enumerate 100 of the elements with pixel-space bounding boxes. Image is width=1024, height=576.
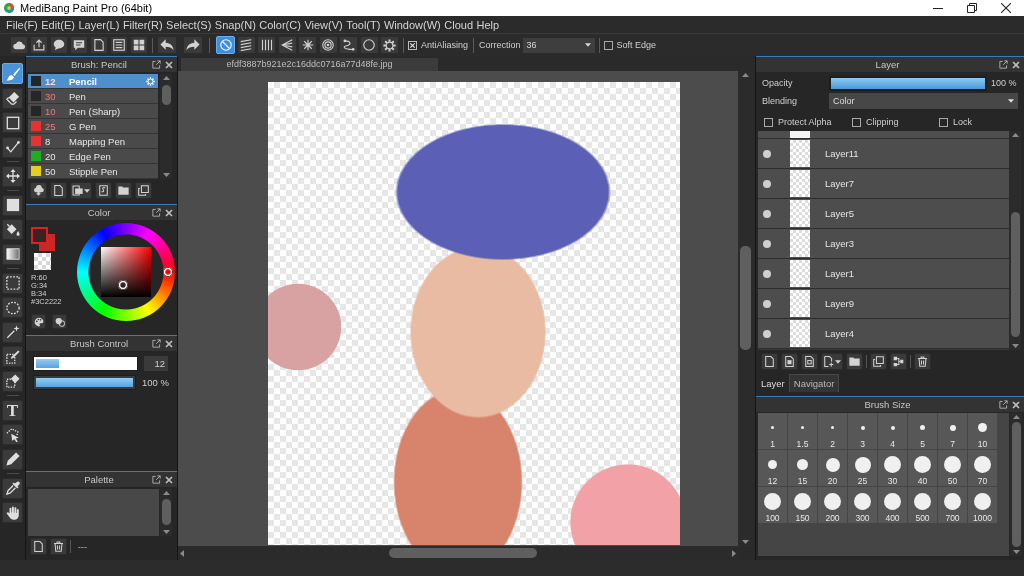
pop-out-icon[interactable] <box>152 339 161 348</box>
tool-button[interactable] <box>2 370 23 392</box>
brush-item[interactable]: 25 G Pen <box>28 119 158 134</box>
brush-size-option[interactable]: 1.5 <box>788 413 817 449</box>
snap-mode-button[interactable] <box>257 36 276 54</box>
brush-size-field[interactable]: 12 <box>144 356 168 371</box>
tool-button[interactable]: T <box>2 399 23 421</box>
color-swatches-icon[interactable] <box>31 227 55 251</box>
checkbox[interactable] <box>852 117 861 127</box>
tool-button[interactable] <box>2 502 23 523</box>
brush-item[interactable]: 8 Mapping Pen <box>28 134 158 149</box>
visibility-dot-icon[interactable] <box>763 239 771 248</box>
tool-button[interactable] <box>2 272 23 294</box>
brush-item[interactable]: 10 Pen (Sharp) <box>28 104 158 119</box>
layer-button[interactable] <box>781 353 798 370</box>
brush-size-option[interactable]: 2 <box>818 413 847 449</box>
down-arrow-icon[interactable] <box>162 173 170 177</box>
brush-size-option[interactable]: 400 <box>878 487 907 523</box>
toolbar-button[interactable] <box>90 36 108 54</box>
tool-button[interactable] <box>2 297 23 318</box>
menu-item[interactable]: View(V) <box>304 18 343 31</box>
brush-size-option[interactable]: 3 <box>848 413 877 449</box>
menu-item[interactable]: Edit(E) <box>41 18 75 31</box>
transparent-swatch-icon[interactable] <box>34 253 51 270</box>
ring-icon[interactable] <box>163 267 173 277</box>
layer-item[interactable]: Layer1 <box>758 259 1009 289</box>
close-icon[interactable] <box>165 60 173 69</box>
scrollbar-thumb[interactable] <box>161 84 171 106</box>
checkbox[interactable] <box>408 40 417 50</box>
brush-size-option[interactable]: 10 <box>968 413 997 449</box>
menu-item[interactable]: Select(S) <box>166 18 212 31</box>
brush-size-option[interactable]: 500 <box>908 487 937 523</box>
snap-mode-button[interactable] <box>318 36 338 54</box>
pop-out-icon[interactable] <box>999 400 1008 409</box>
menu-item[interactable]: Cloud <box>444 18 473 31</box>
brush-size-option[interactable]: 7 <box>938 413 967 449</box>
menu-item[interactable]: Tool(T) <box>346 18 381 31</box>
brush-size-option[interactable]: 5 <box>908 413 937 449</box>
blending-dropdown[interactable]: Color <box>829 93 1018 109</box>
down-arrow-icon[interactable] <box>742 540 749 544</box>
close-icon[interactable] <box>165 208 173 217</box>
scrollbar-thumb[interactable] <box>389 548 537 558</box>
brush-item[interactable]: 30 Pen <box>28 89 158 104</box>
brush-panel-button[interactable] <box>70 182 92 199</box>
panel-tab[interactable]: Navigator <box>788 374 840 392</box>
toolbar-button[interactable] <box>10 36 28 54</box>
brush-panel-button[interactable] <box>115 182 132 199</box>
tool-button[interactable] <box>2 136 23 158</box>
color-panel-button[interactable] <box>31 314 46 329</box>
close-icon[interactable] <box>1012 400 1020 409</box>
down-arrow-icon[interactable] <box>1011 344 1019 348</box>
visibility-dot-icon[interactable] <box>763 269 771 278</box>
brush-size-option[interactable]: 700 <box>938 487 967 523</box>
brush-size-option[interactable]: 40 <box>908 450 937 486</box>
brush-size-option[interactable]: 1000 <box>968 487 997 523</box>
up-arrow-icon[interactable] <box>162 76 170 80</box>
brush-size-option[interactable]: 12 <box>758 450 787 486</box>
visibility-dot-icon[interactable] <box>763 209 771 218</box>
brush-item[interactable]: 20 Edge Pen <box>28 149 158 164</box>
brush-size-option[interactable]: 200 <box>818 487 847 523</box>
toolbar-button[interactable] <box>130 36 148 54</box>
brush-size-option[interactable]: 50 <box>938 450 967 486</box>
layer-button[interactable] <box>801 353 818 370</box>
restore-icon[interactable] <box>967 3 977 13</box>
toolbar-button[interactable] <box>50 36 68 54</box>
visibility-dot-icon[interactable] <box>763 179 771 188</box>
checkbox[interactable] <box>764 117 773 127</box>
up-arrow-icon[interactable] <box>742 73 749 77</box>
menu-item[interactable]: Help <box>476 18 500 31</box>
tool-button[interactable] <box>2 87 23 109</box>
menu-item[interactable]: Window(W) <box>383 18 441 31</box>
brush-panel-button[interactable] <box>95 182 112 199</box>
layer-button[interactable] <box>846 353 863 370</box>
pop-out-icon[interactable] <box>152 475 161 484</box>
scrollbar-thumb[interactable] <box>161 498 171 525</box>
up-arrow-icon[interactable] <box>1011 133 1019 137</box>
brush-size-option[interactable]: 20 <box>818 450 847 486</box>
close-icon[interactable] <box>1012 60 1020 69</box>
close-icon[interactable] <box>1001 3 1011 13</box>
saturation-value-square[interactable] <box>101 247 151 297</box>
layer-item[interactable]: Layer9 <box>758 289 1009 319</box>
toolbar-button[interactable] <box>70 36 88 54</box>
tool-button[interactable] <box>2 112 23 133</box>
tool-button[interactable] <box>2 243 23 265</box>
gear-icon[interactable] <box>146 76 155 86</box>
menu-item[interactable]: Snap(N) <box>214 18 256 31</box>
brush-size-option[interactable]: 150 <box>788 487 817 523</box>
tool-button[interactable] <box>2 448 23 470</box>
menu-item[interactable]: File(F) <box>6 18 38 31</box>
tool-button[interactable] <box>2 346 23 367</box>
layer-button[interactable] <box>821 353 843 370</box>
tool-button[interactable] <box>2 219 23 240</box>
brush-size-option[interactable]: 1 <box>758 413 787 449</box>
redo-button[interactable] <box>183 36 203 54</box>
brush-size-option[interactable]: 15 <box>788 450 817 486</box>
tool-button[interactable] <box>2 165 23 187</box>
close-icon[interactable] <box>165 339 173 348</box>
tool-button[interactable] <box>2 321 23 343</box>
layer-button[interactable] <box>761 353 778 370</box>
up-arrow-icon[interactable] <box>162 491 170 495</box>
